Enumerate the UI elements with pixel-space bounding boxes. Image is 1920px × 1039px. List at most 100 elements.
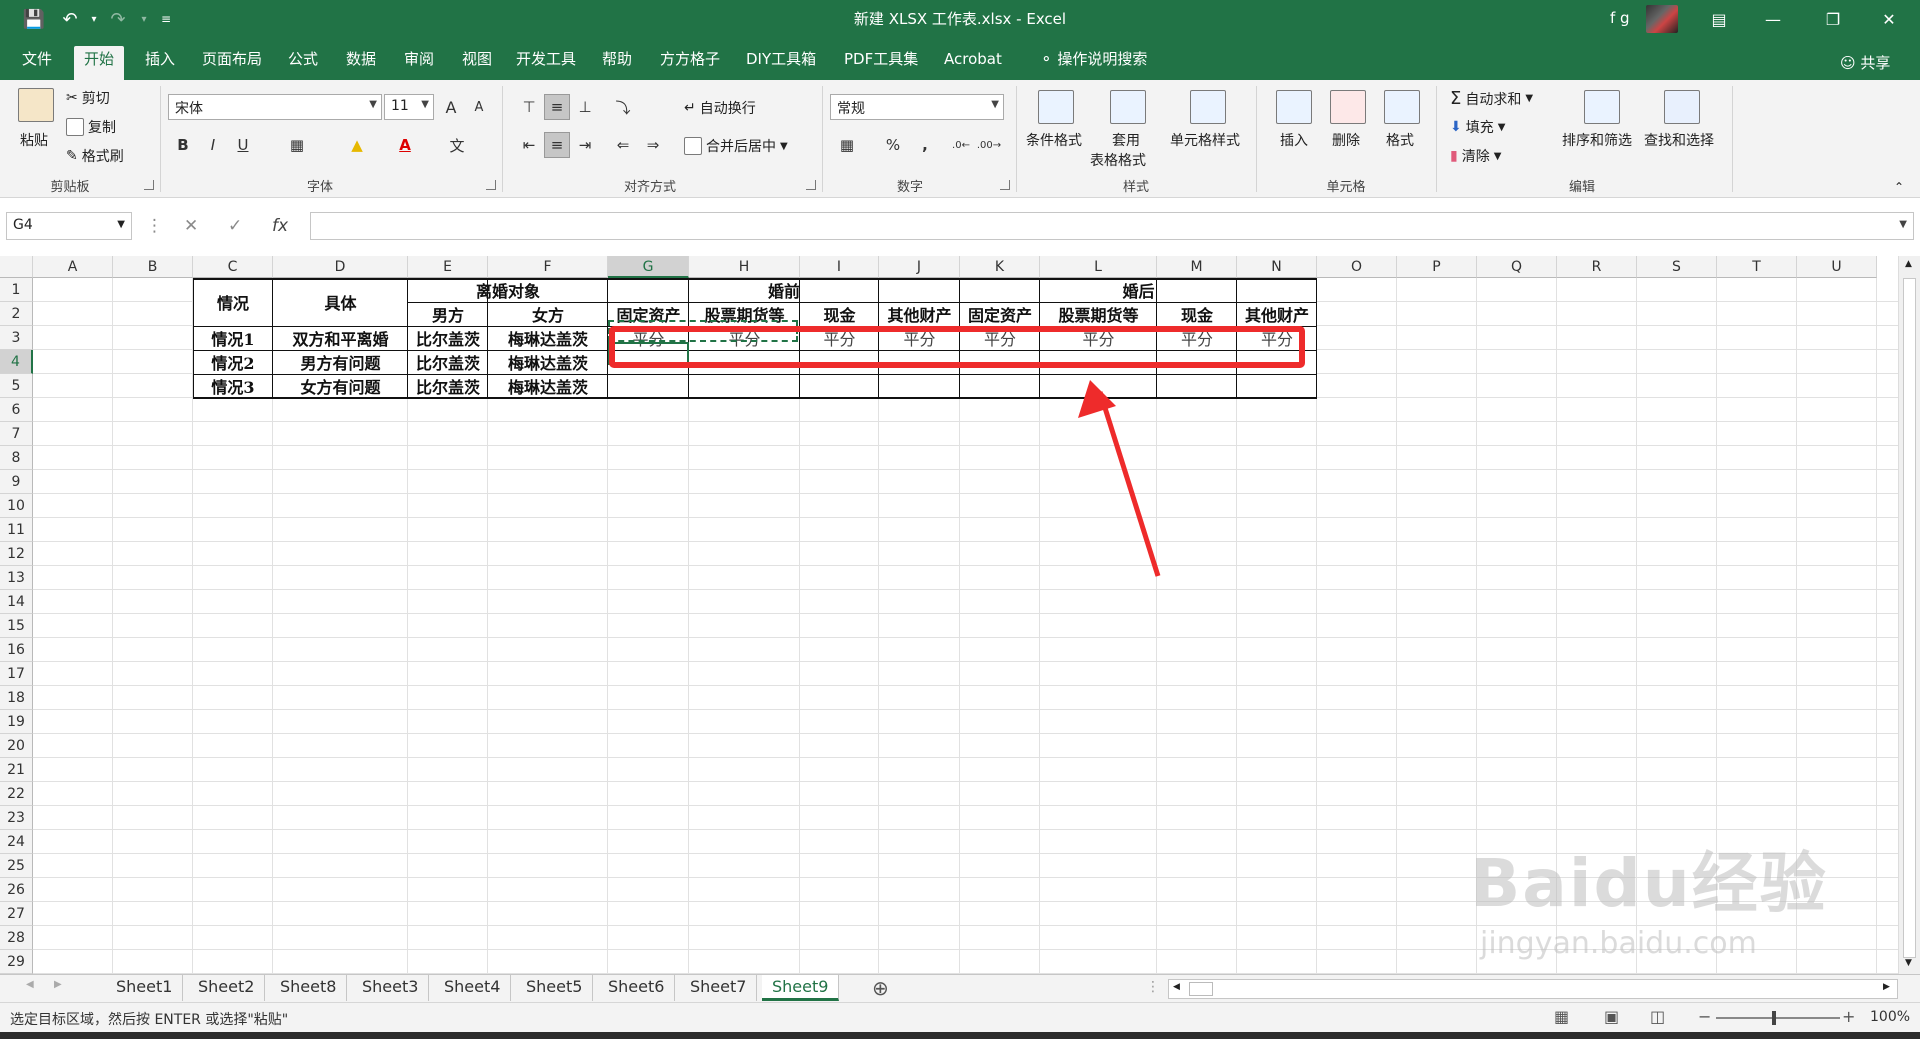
zoom-out-icon[interactable]: − bbox=[1698, 1007, 1711, 1026]
sort-filter-icon[interactable] bbox=[1584, 90, 1620, 124]
insert-function-button[interactable]: fx bbox=[272, 216, 288, 236]
font-color-button[interactable]: A bbox=[392, 132, 418, 158]
format-painter-button[interactable]: ✎ 格式刷 bbox=[66, 146, 124, 166]
font-name-select[interactable]: 宋体 ▼ bbox=[168, 94, 382, 120]
fill-button[interactable]: ⬇ 填充 ▼ bbox=[1450, 117, 1505, 137]
merge-center-button[interactable]: 合并后居中 ▼ bbox=[684, 136, 788, 156]
sheet-tab[interactable]: Sheet7 bbox=[680, 975, 758, 1001]
delete-cells-button[interactable]: 删除 bbox=[1332, 130, 1360, 150]
restore-icon[interactable]: ❐ bbox=[1810, 0, 1856, 38]
align-middle-icon[interactable]: ≡ bbox=[544, 94, 570, 120]
name-box[interactable]: G4 ▼ bbox=[6, 212, 132, 240]
format-cells-button[interactable]: 格式 bbox=[1386, 130, 1414, 150]
paste-icon[interactable] bbox=[18, 88, 54, 122]
user-name[interactable]: f g bbox=[1610, 9, 1630, 27]
enter-icon[interactable]: ✓ bbox=[228, 216, 242, 236]
zoom-slider[interactable] bbox=[1716, 1017, 1840, 1019]
vertical-scroll-thumb[interactable] bbox=[1903, 278, 1916, 958]
avatar[interactable] bbox=[1646, 5, 1678, 33]
align-left-icon[interactable]: ⇤ bbox=[516, 132, 542, 158]
tab-view[interactable]: 视图 bbox=[452, 46, 502, 80]
percent-style-button[interactable]: % bbox=[880, 132, 906, 158]
cell-styles-button[interactable]: 单元格样式 bbox=[1170, 130, 1240, 150]
tab-home[interactable]: 开始 bbox=[74, 46, 125, 80]
tab-diy-toolbox[interactable]: DIY工具箱 bbox=[736, 46, 826, 80]
decrease-decimal-icon[interactable]: .00→ bbox=[976, 132, 1002, 158]
align-top-icon[interactable]: ⊤ bbox=[516, 94, 542, 120]
tab-insert[interactable]: 插入 bbox=[135, 46, 185, 80]
sort-filter-button[interactable]: 排序和筛选 bbox=[1562, 130, 1632, 150]
tab-file[interactable]: 文件 bbox=[12, 46, 62, 80]
sheet-tab[interactable]: Sheet5 bbox=[516, 975, 594, 1001]
number-format-select[interactable]: 常规 ▼ bbox=[830, 94, 1004, 120]
share-button[interactable]: ☺ 共享 bbox=[1840, 52, 1890, 73]
conditional-formatting-button[interactable]: 条件格式 bbox=[1026, 130, 1082, 150]
zoom-in-icon[interactable]: + bbox=[1842, 1007, 1855, 1026]
tab-formulas[interactable]: 公式 bbox=[278, 46, 328, 80]
borders-icon[interactable]: ▦ bbox=[284, 132, 310, 158]
fill-color-icon[interactable]: ▲ bbox=[344, 132, 370, 158]
number-launcher-icon[interactable] bbox=[1000, 180, 1010, 190]
comma-style-button[interactable]: , bbox=[912, 132, 938, 158]
find-select-button[interactable]: 查找和选择 bbox=[1644, 130, 1714, 150]
scroll-up-icon[interactable]: ▲ bbox=[1905, 259, 1912, 269]
orientation-icon[interactable]: ⤵ bbox=[610, 94, 636, 120]
tab-fangfang[interactable]: 方方格子 bbox=[650, 46, 730, 80]
scroll-down-icon[interactable]: ▼ bbox=[1905, 958, 1912, 968]
tab-data[interactable]: 数据 bbox=[336, 46, 386, 80]
tab-review[interactable]: 审阅 bbox=[394, 46, 444, 80]
collapse-ribbon-icon[interactable]: ⌃ bbox=[1894, 180, 1904, 194]
clipboard-launcher-icon[interactable] bbox=[144, 180, 154, 190]
decrease-font-size-button[interactable]: A bbox=[466, 94, 492, 120]
format-cells-icon[interactable] bbox=[1384, 90, 1420, 124]
tab-acrobat[interactable]: Acrobat bbox=[934, 46, 1012, 80]
font-size-select[interactable]: 11 ▼ bbox=[384, 94, 434, 120]
delete-cells-icon[interactable] bbox=[1330, 90, 1366, 124]
tab-help[interactable]: 帮助 bbox=[592, 46, 642, 80]
underline-button[interactable]: U bbox=[230, 132, 256, 158]
format-as-table-button[interactable]: 套用 bbox=[1112, 130, 1140, 150]
italic-button[interactable]: I bbox=[200, 132, 226, 158]
sheet-tab[interactable]: Sheet3 bbox=[352, 975, 430, 1001]
magnifier-icon[interactable] bbox=[1664, 90, 1700, 124]
sheet-tab[interactable]: Sheet9 bbox=[762, 975, 840, 1001]
scroll-sheets-left-icon[interactable]: ◀ bbox=[26, 979, 34, 990]
page-layout-view-icon[interactable]: ▣ bbox=[1604, 1007, 1619, 1026]
tab-pdf-tools[interactable]: PDF工具集 bbox=[834, 46, 928, 80]
insert-cells-button[interactable]: 插入 bbox=[1280, 130, 1308, 150]
tab-page-layout[interactable]: 页面布局 bbox=[192, 46, 272, 80]
copy-button[interactable]: 复制 bbox=[66, 117, 116, 137]
bold-button[interactable]: B bbox=[170, 132, 196, 158]
ribbon-display-options-icon[interactable]: ▤ bbox=[1696, 0, 1742, 38]
scroll-right-icon[interactable]: ▶ bbox=[1883, 982, 1890, 992]
scroll-sheets-right-icon[interactable]: ▶ bbox=[54, 979, 62, 990]
tell-me-search[interactable]: ⚬ 操作说明搜索 bbox=[1030, 46, 1157, 80]
zoom-slider-thumb[interactable] bbox=[1772, 1011, 1776, 1025]
sheet-tab[interactable]: Sheet8 bbox=[270, 975, 348, 1001]
horizontal-scrollbar[interactable]: ◀ ▶ bbox=[1168, 979, 1898, 999]
increase-font-size-button[interactable]: A bbox=[438, 94, 464, 120]
expand-formula-bar-icon[interactable]: ▼ bbox=[1899, 219, 1907, 230]
conditional-formatting-icon[interactable] bbox=[1038, 90, 1074, 124]
align-right-icon[interactable]: ⇥ bbox=[572, 132, 598, 158]
cut-button[interactable]: ✂ 剪切 bbox=[66, 88, 110, 108]
align-center-icon[interactable]: ≡ bbox=[544, 132, 570, 158]
sheet-tab[interactable]: Sheet4 bbox=[434, 975, 512, 1001]
format-as-table-label[interactable]: 表格格式 bbox=[1090, 150, 1146, 170]
sheet-tab[interactable]: Sheet6 bbox=[598, 975, 676, 1001]
insert-cells-icon[interactable] bbox=[1276, 90, 1312, 124]
sheet-tab[interactable]: Sheet1 bbox=[106, 975, 184, 1001]
paste-button[interactable]: 粘贴 bbox=[20, 130, 48, 150]
alignment-launcher-icon[interactable] bbox=[806, 180, 816, 190]
page-break-view-icon[interactable]: ◫ bbox=[1650, 1007, 1665, 1026]
cell-styles-icon[interactable] bbox=[1190, 90, 1226, 124]
normal-view-icon[interactable]: ▦ bbox=[1554, 1007, 1569, 1026]
increase-decimal-icon[interactable]: .0← bbox=[948, 132, 974, 158]
zoom-level[interactable]: 100% bbox=[1870, 1009, 1910, 1025]
horizontal-scroll-thumb[interactable] bbox=[1189, 982, 1213, 996]
add-sheet-icon[interactable]: ⊕ bbox=[872, 976, 889, 1000]
accounting-format-icon[interactable]: ▦ bbox=[834, 132, 860, 158]
cancel-icon[interactable]: ✕ bbox=[184, 216, 198, 236]
minimize-icon[interactable]: — bbox=[1750, 0, 1796, 38]
autosum-button[interactable]: Σ 自动求和 ▼ bbox=[1450, 88, 1533, 109]
